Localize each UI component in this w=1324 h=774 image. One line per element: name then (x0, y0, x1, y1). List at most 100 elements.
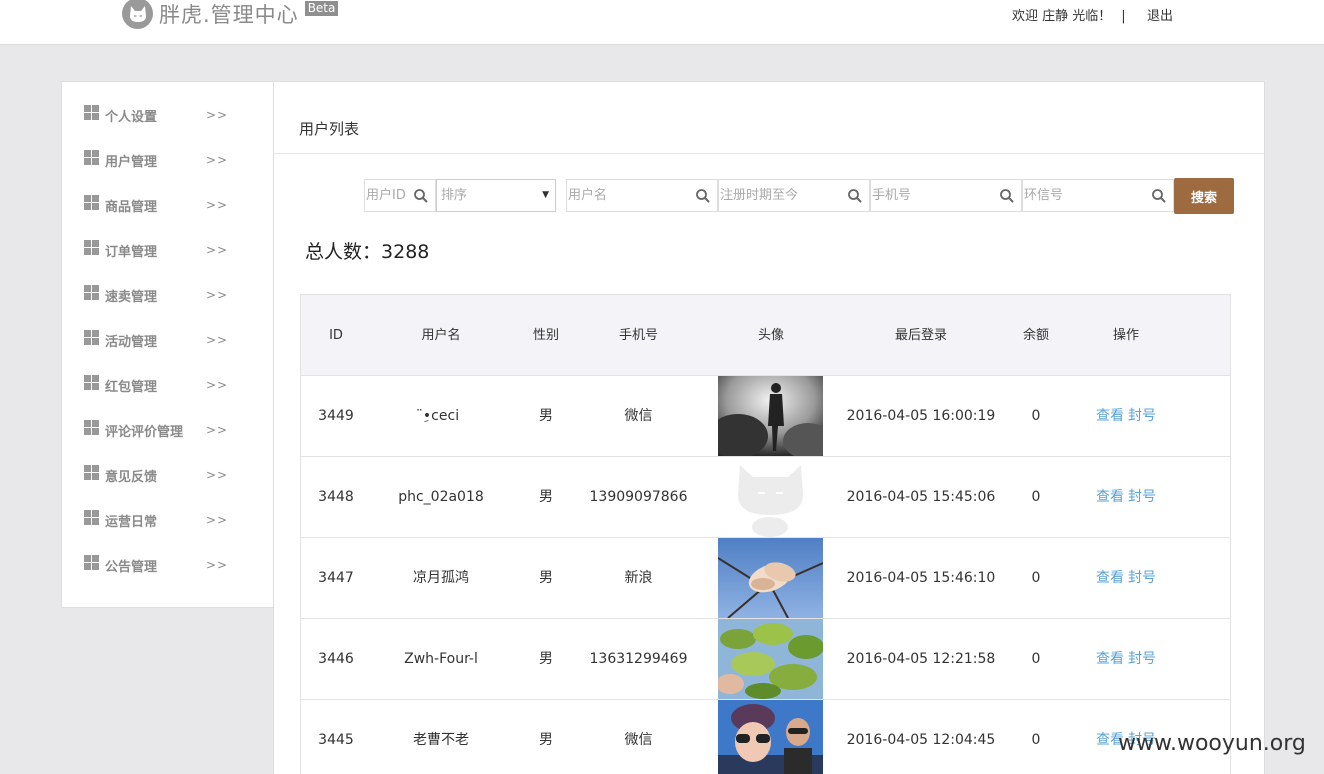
cell-actions: 查看 封号 (1076, 457, 1176, 538)
column-header-username: 用户名 (421, 328, 461, 343)
grid-icon (84, 239, 99, 255)
sidebar-item-quick-sale-management[interactable]: 速卖管理 >> (84, 283, 264, 307)
sidebar-item-arrow: >> (206, 108, 229, 122)
cell-username: Zwh-Four-l (404, 651, 478, 667)
sidebar-item-review-management[interactable]: 评论评价管理 >> (84, 418, 264, 442)
sort-select[interactable]: 排序 ▼ (436, 179, 556, 212)
sidebar-item-label: 意见反馈 (105, 469, 158, 485)
logo[interactable]: 胖虎.管理中心 Beta (122, 0, 339, 29)
table-row: 3446 Zwh-Four-l 男 13631299469 2016-04-05… (301, 619, 1230, 700)
sidebar-item-label: 运营日常 (105, 514, 158, 530)
grid-icon (84, 509, 99, 525)
cell-username: ِ̈•ceci (422, 408, 460, 424)
grid-icon (84, 149, 99, 165)
cell-last-login: 2016-04-05 15:45:06 (846, 489, 996, 505)
view-link[interactable]: 查看 (1096, 489, 1124, 505)
search-icon (848, 189, 862, 203)
column-header-last-login: 最后登录 (894, 328, 947, 343)
cell-id: 3449 (318, 408, 354, 424)
phone-field[interactable] (870, 179, 1022, 212)
sidebar-item-arrow: >> (206, 288, 229, 302)
view-link[interactable]: 查看 (1096, 570, 1124, 586)
grid-icon (84, 464, 99, 480)
cell-username: 老曹不老 (413, 732, 469, 748)
cell-actions: 查看 封号 (1076, 376, 1176, 457)
sidebar-item-label: 红包管理 (105, 379, 158, 395)
search-icon (414, 189, 428, 203)
table-row: 3448 phc_02a018 男 13909097866 2016-04-05… (301, 457, 1230, 538)
sidebar-item-label: 个人设置 (105, 109, 158, 125)
sidebar-item-activity-management[interactable]: 活动管理 >> (84, 328, 264, 352)
cell-phone: 微信 (624, 732, 653, 748)
cell-phone: 新浪 (624, 570, 653, 586)
huanxin-field[interactable] (1022, 179, 1174, 212)
sidebar-item-label: 速卖管理 (105, 289, 158, 305)
sidebar-item-personal-settings[interactable]: 个人设置 >> (84, 103, 264, 127)
cell-actions: 查看 封号 (1076, 538, 1176, 619)
header-separator: | (1121, 9, 1126, 24)
cell-phone: 13631299469 (589, 651, 688, 667)
beta-badge: Beta (304, 1, 339, 16)
search-icon (696, 189, 710, 203)
sidebar-item-label: 用户管理 (105, 154, 158, 170)
user-id-field[interactable] (364, 179, 436, 212)
cell-balance: 0 (1031, 732, 1041, 748)
sidebar-item-label: 活动管理 (105, 334, 158, 350)
grid-icon (84, 554, 99, 570)
logout-link[interactable]: 退出 (1147, 5, 1173, 24)
total-label: 总人数： (305, 241, 382, 263)
grid-icon (84, 419, 99, 435)
search-button[interactable]: 搜索 (1174, 178, 1234, 214)
sidebar-item-label: 商品管理 (105, 199, 158, 215)
cell-last-login: 2016-04-05 12:21:58 (846, 651, 996, 667)
grid-icon (84, 104, 99, 120)
cell-last-login: 2016-04-05 12:04:45 (846, 732, 996, 748)
sidebar-item-arrow: >> (206, 468, 229, 482)
column-header-gender: 性别 (532, 328, 559, 343)
column-header-actions: 操作 (1112, 328, 1139, 343)
ban-link[interactable]: 封号 (1128, 408, 1156, 424)
ban-link[interactable]: 封号 (1128, 570, 1156, 586)
cat-logo-icon (122, 0, 153, 29)
logo-text: 胖虎.管理中心 (159, 2, 299, 27)
sidebar-item-label: 评论评价管理 (105, 424, 184, 440)
ban-link[interactable]: 封号 (1128, 489, 1156, 505)
sidebar-item-arrow: >> (206, 513, 229, 527)
sidebar-item-red-packet-management[interactable]: 红包管理 >> (84, 373, 264, 397)
cell-gender: 男 (539, 489, 553, 505)
sidebar-item-product-management[interactable]: 商品管理 >> (84, 193, 264, 217)
total-value: 3288 (381, 241, 430, 263)
sidebar-item-arrow: >> (206, 378, 229, 392)
cell-id: 3445 (318, 732, 354, 748)
search-icon (1000, 189, 1014, 203)
ban-link[interactable]: 封号 (1128, 651, 1156, 667)
view-link[interactable]: 查看 (1096, 408, 1124, 424)
sidebar-item-announcement-management[interactable]: 公告管理 >> (84, 553, 264, 577)
cell-balance: 0 (1031, 408, 1041, 424)
table-header: ID 用户名 性别 手机号 头像 最后登录 余额 操作 (301, 295, 1230, 376)
sidebar-item-daily-operations[interactable]: 运营日常 >> (84, 508, 264, 532)
column-header-avatar: 头像 (757, 328, 784, 343)
cell-phone: 13909097866 (589, 489, 688, 505)
avatar (718, 619, 823, 699)
sidebar-item-arrow: >> (206, 558, 229, 572)
sidebar-item-feedback[interactable]: 意见反馈 >> (84, 463, 264, 487)
username-field[interactable] (566, 179, 718, 212)
sidebar-item-arrow: >> (206, 243, 229, 257)
total-count: 总人数：3288 (305, 237, 429, 264)
cell-last-login: 2016-04-05 15:46:10 (846, 570, 996, 586)
sidebar-item-user-management[interactable]: 用户管理 >> (84, 148, 264, 172)
view-link[interactable]: 查看 (1096, 651, 1124, 667)
search-icon (1152, 189, 1166, 203)
cell-gender: 男 (539, 732, 553, 748)
chevron-down-icon: ▼ (542, 190, 549, 200)
cell-id: 3448 (318, 489, 354, 505)
sidebar-item-arrow: >> (206, 333, 229, 347)
welcome-message: 欢迎 庄静 光临！ (1012, 9, 1112, 24)
grid-icon (84, 194, 99, 210)
avatar (718, 538, 823, 618)
register-date-field[interactable] (718, 179, 870, 212)
top-bar: 胖虎.管理中心 Beta 欢迎 庄静 光临！ | 退出 (0, 0, 1324, 45)
sort-select-label: 排序 (441, 188, 468, 203)
sidebar-item-order-management[interactable]: 订单管理 >> (84, 238, 264, 262)
